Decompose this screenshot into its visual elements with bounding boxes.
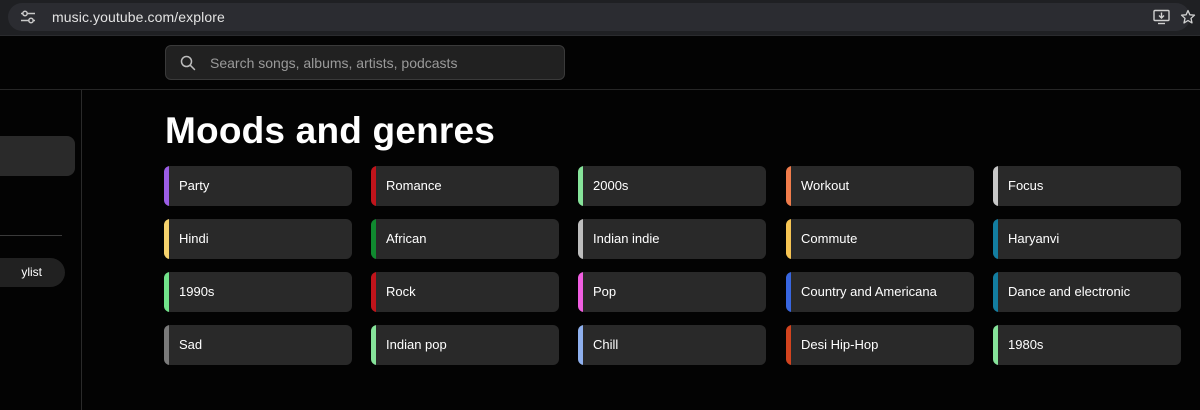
genre-label: 2000s <box>593 178 629 193</box>
search-icon <box>180 55 196 71</box>
genre-card-country-and-americana[interactable]: Country and Americana <box>786 272 974 312</box>
genre-label: Romance <box>386 178 442 193</box>
genre-accent <box>993 166 998 206</box>
genre-label: Country and Americana <box>801 284 937 299</box>
genre-accent <box>371 325 376 365</box>
genre-card-sad[interactable]: Sad <box>164 325 352 365</box>
address-bar[interactable]: music.youtube.com/explore <box>8 3 1196 31</box>
genre-card-focus[interactable]: Focus <box>993 166 1181 206</box>
genre-label: Indian pop <box>386 337 447 352</box>
browser-toolbar: music.youtube.com/explore <box>0 0 1200 36</box>
genre-accent <box>164 219 169 259</box>
genre-card-workout[interactable]: Workout <box>786 166 974 206</box>
genre-label: African <box>386 231 427 246</box>
genre-grid: Party Romance 2000s Workout Focus Hindi … <box>164 166 1200 366</box>
search-input[interactable] <box>208 46 553 79</box>
genre-accent <box>993 325 998 365</box>
sidebar-divider <box>0 235 62 236</box>
genre-label: Desi Hip-Hop <box>801 337 879 352</box>
genre-label: Indian indie <box>593 231 660 246</box>
install-app-icon[interactable] <box>1153 9 1170 25</box>
url-text[interactable]: music.youtube.com/explore <box>52 9 225 25</box>
genre-label: Workout <box>801 178 850 193</box>
genre-accent <box>786 166 791 206</box>
genre-label: Hindi <box>179 231 209 246</box>
app-header <box>0 36 1200 90</box>
genre-card-commute[interactable]: Commute <box>786 219 974 259</box>
genre-label: 1980s <box>1008 337 1044 352</box>
genre-accent <box>578 325 583 365</box>
genre-label: Focus <box>1008 178 1044 193</box>
genre-accent <box>371 272 376 312</box>
sidebar-item-active[interactable] <box>0 136 75 176</box>
genre-card-romance[interactable]: Romance <box>371 166 559 206</box>
genre-accent <box>786 325 791 365</box>
genre-accent <box>164 272 169 312</box>
genre-card-desi-hip-hop[interactable]: Desi Hip-Hop <box>786 325 974 365</box>
bookmark-star-icon[interactable] <box>1180 9 1196 25</box>
genre-accent <box>578 166 583 206</box>
genre-accent <box>371 219 376 259</box>
genre-card-chill[interactable]: Chill <box>578 325 766 365</box>
sidebar: ylist <box>0 90 82 410</box>
genre-card-rock[interactable]: Rock <box>371 272 559 312</box>
genre-card-indian-indie[interactable]: Indian indie <box>578 219 766 259</box>
genre-card-party[interactable]: Party <box>164 166 352 206</box>
genre-label: Commute <box>801 231 858 246</box>
genre-accent <box>371 166 376 206</box>
genre-label: 1990s <box>179 284 215 299</box>
page-title: Moods and genres <box>165 110 496 151</box>
genre-card-2000s[interactable]: 2000s <box>578 166 766 206</box>
genre-card-1990s[interactable]: 1990s <box>164 272 352 312</box>
genre-label: Dance and electronic <box>1008 284 1131 299</box>
new-playlist-button[interactable]: ylist <box>0 258 65 287</box>
genre-card-hindi[interactable]: Hindi <box>164 219 352 259</box>
genre-label: Pop <box>593 284 617 299</box>
genre-card-haryanvi[interactable]: Haryanvi <box>993 219 1181 259</box>
site-settings-icon[interactable] <box>20 10 36 24</box>
genre-accent <box>786 219 791 259</box>
genre-card-dance-and-electronic[interactable]: Dance and electronic <box>993 272 1181 312</box>
genre-accent <box>786 272 791 312</box>
genre-label: Chill <box>593 337 619 352</box>
genre-accent <box>993 272 998 312</box>
genre-accent <box>578 272 583 312</box>
genre-accent <box>164 166 169 206</box>
genre-card-indian-pop[interactable]: Indian pop <box>371 325 559 365</box>
genre-card-african[interactable]: African <box>371 219 559 259</box>
genre-accent <box>993 219 998 259</box>
genre-card-1980s[interactable]: 1980s <box>993 325 1181 365</box>
genre-label: Sad <box>179 337 203 352</box>
genre-label: Rock <box>386 284 416 299</box>
genre-label: Party <box>179 178 210 193</box>
genre-accent <box>578 219 583 259</box>
search-box[interactable] <box>165 45 565 80</box>
genre-accent <box>164 325 169 365</box>
genre-card-pop[interactable]: Pop <box>578 272 766 312</box>
genre-label: Haryanvi <box>1008 231 1060 246</box>
